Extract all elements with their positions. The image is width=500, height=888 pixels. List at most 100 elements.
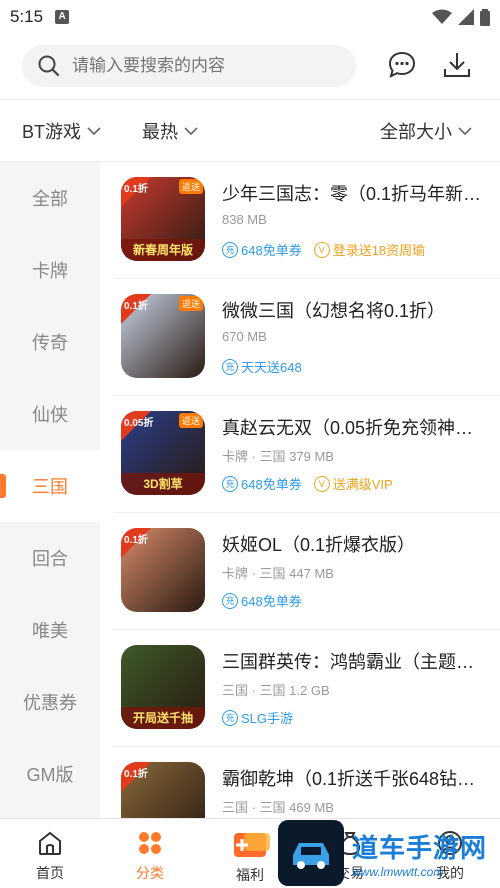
game-title: 三国群英传：鸿鹄霸业（主题… (222, 652, 474, 672)
sidebar-item-aesthetic[interactable]: 唯美 (0, 594, 100, 666)
game-list-item[interactable]: 0.1折 返送 微微三国（幻想名将0.1折） 670 MB 充天天送648 (114, 279, 500, 396)
discount-corner-label: 0.1折 (124, 769, 148, 780)
sidebar-item-turn-based[interactable]: 回合 (0, 522, 100, 594)
sidebar-item-label: 仙侠 (32, 405, 68, 425)
game-meta: 三国 · 三国 469 MB (222, 800, 334, 815)
signal-icon (458, 9, 474, 25)
sort-filter[interactable]: 最热 (142, 118, 198, 144)
status-bar: 5:15 A (0, 0, 500, 34)
sidebar-item-three-kingdoms[interactable]: 三国 (0, 450, 100, 522)
game-meta: 卡牌 · 三国 447 MB (222, 566, 334, 581)
recharge-icon: 充 (222, 241, 238, 258)
chevron-down-icon (184, 127, 198, 136)
recharge-icon: 充 (222, 358, 238, 375)
sidebar-item-legend[interactable]: 传奇 (0, 306, 100, 378)
nav-label: 分类 (136, 865, 164, 881)
discount-corner-label: 0.05折 (124, 418, 154, 429)
game-tag-label: 648免单券 (241, 243, 302, 258)
status-time: 5:15 (10, 7, 44, 26)
category-sidebar: 全部 卡牌 传奇 仙侠 三国 回合 唯美 优惠券 GM版 (0, 162, 100, 818)
icon-tag: 返送 (178, 179, 203, 194)
game-tag-label: 648免单券 (241, 594, 302, 609)
watermark-title: 道车手游网 (352, 832, 488, 863)
sidebar-item-xianxia[interactable]: 仙侠 (0, 378, 100, 450)
game-list: 0.1折 返送 新春周年版 少年三国志：零（0.1折马年新… 838 MB 充 648免单券… (100, 162, 500, 818)
game-icon[interactable]: 开局送千抽 (121, 645, 205, 729)
watermark-logo (278, 820, 344, 886)
sidebar-item-label: 卡牌 (32, 261, 68, 281)
sidebar-item-label: 传奇 (32, 333, 68, 353)
game-icon[interactable]: 0.1折 (121, 762, 205, 818)
sidebar-item-label: 优惠券 (23, 693, 77, 713)
chevron-down-icon (87, 127, 101, 136)
game-list-item[interactable]: 开局送千抽 三国群英传：鸿鹄霸业（主题… 三国 · 三国 1.2 GB 充 SLG手游 (114, 630, 500, 747)
site-watermark: 道车手游网 www.lmwwtt.com (278, 818, 500, 888)
icon-tag: 返送 (178, 296, 203, 311)
vip-icon: V (313, 475, 330, 492)
notification-icon: A (55, 10, 70, 24)
sidebar-item-label: 回合 (32, 549, 68, 569)
game-tag-label: SLG手游 (241, 711, 294, 726)
game-tag: V 登录送18资周瑜 (313, 240, 426, 259)
search-bar[interactable] (22, 45, 356, 87)
sidebar-item-coupons[interactable]: 优惠券 (0, 666, 100, 738)
wifi-icon (432, 9, 452, 24)
game-icon[interactable]: 0.05折 返送 3D割草 (121, 411, 205, 495)
sidebar-item-all[interactable]: 全部 (0, 162, 100, 234)
home-icon (39, 831, 61, 855)
sidebar-item-label: 唯美 (32, 621, 68, 641)
game-title: 霸御乾坤（0.1折送千张648钻… (222, 769, 476, 789)
game-tags: 充 648免单券 V 登录送18资周瑜 (222, 240, 425, 259)
type-filter[interactable]: BT游戏 (22, 118, 101, 144)
game-icon[interactable]: 0.1折 返送新春周年版 (121, 177, 205, 261)
search-input[interactable] (72, 56, 322, 76)
game-title: 微微三国（幻想名将0.1折） (222, 301, 446, 321)
car-icon (293, 843, 329, 869)
game-tag: 充 648免单券 (222, 240, 302, 259)
game-tag-label: 天天送648 (241, 360, 302, 375)
type-filter-label: BT游戏 (22, 122, 82, 142)
game-list-item[interactable]: 0.1折 妖姬OL（0.1折爆衣版） 卡牌 · 三国 447 MB 充 648免单券 (114, 513, 500, 630)
sidebar-item-label: 全部 (32, 189, 68, 209)
discount-corner-label: 0.1折 (124, 301, 148, 312)
discount-corner-label: 0.1折 (124, 184, 148, 195)
game-tags: 充 648免单券 V 送满级VIP (222, 474, 393, 493)
gift-icon (234, 833, 270, 857)
search-icon (38, 55, 60, 77)
nav-label: 首页 (36, 865, 64, 881)
recharge-icon: 充 (222, 709, 238, 726)
message-icon (388, 51, 416, 78)
download-button[interactable] (440, 48, 474, 82)
icon-banner: 开局送千抽 (121, 707, 205, 729)
recharge-icon: 充 (222, 592, 238, 609)
sort-filter-label: 最热 (142, 122, 178, 142)
game-list-item[interactable]: 0.05折 返送 3D割草 真赵云无双（0.05折免充领神… 卡牌 · 三国 379 M… (114, 396, 500, 513)
game-meta: 670 MB (222, 329, 267, 344)
game-icon[interactable]: 0.1折 返送 (121, 294, 205, 378)
size-filter[interactable]: 全部大小 (380, 118, 472, 144)
game-meta: 卡牌 · 三国 379 MB (222, 449, 334, 464)
sidebar-item-gm[interactable]: GM版 (0, 738, 100, 810)
game-tag: 充天天送648 (222, 357, 302, 376)
icon-tag: 返送 (178, 413, 203, 428)
nav-label: 福利 (236, 867, 264, 883)
game-title: 妖姬OL（0.1折爆衣版） (222, 535, 416, 555)
game-tags: 充 SLG手游 (222, 708, 293, 727)
game-meta: 三国 · 三国 1.2 GB (222, 683, 330, 698)
vip-icon: V (313, 241, 330, 258)
game-list-item[interactable]: 0.1折 霸御乾坤（0.1折送千张648钻… 三国 · 三国 469 MB (114, 747, 500, 818)
game-tag: 充 648免单券 (222, 591, 302, 610)
icon-banner: 新春周年版 (121, 239, 205, 261)
message-button[interactable] (385, 48, 419, 82)
game-tag-label: 648免单券 (241, 477, 302, 492)
watermark-url: www.lmwwtt.com (352, 864, 444, 879)
game-list-item[interactable]: 0.1折 返送 新春周年版 少年三国志：零（0.1折马年新… 838 MB 充 648免单券… (114, 162, 500, 279)
sidebar-item-card[interactable]: 卡牌 (0, 234, 100, 306)
battery-icon (480, 8, 490, 26)
game-title: 真赵云无双（0.05折免充领神… (222, 418, 474, 438)
nav-category[interactable]: 分类 (100, 819, 200, 888)
game-tag-label: 登录送18资周瑜 (332, 243, 426, 258)
nav-home[interactable]: 首页 (0, 819, 100, 888)
game-title: 少年三国志：零（0.1折马年新… (222, 184, 482, 204)
game-icon[interactable]: 0.1折 (121, 528, 205, 612)
